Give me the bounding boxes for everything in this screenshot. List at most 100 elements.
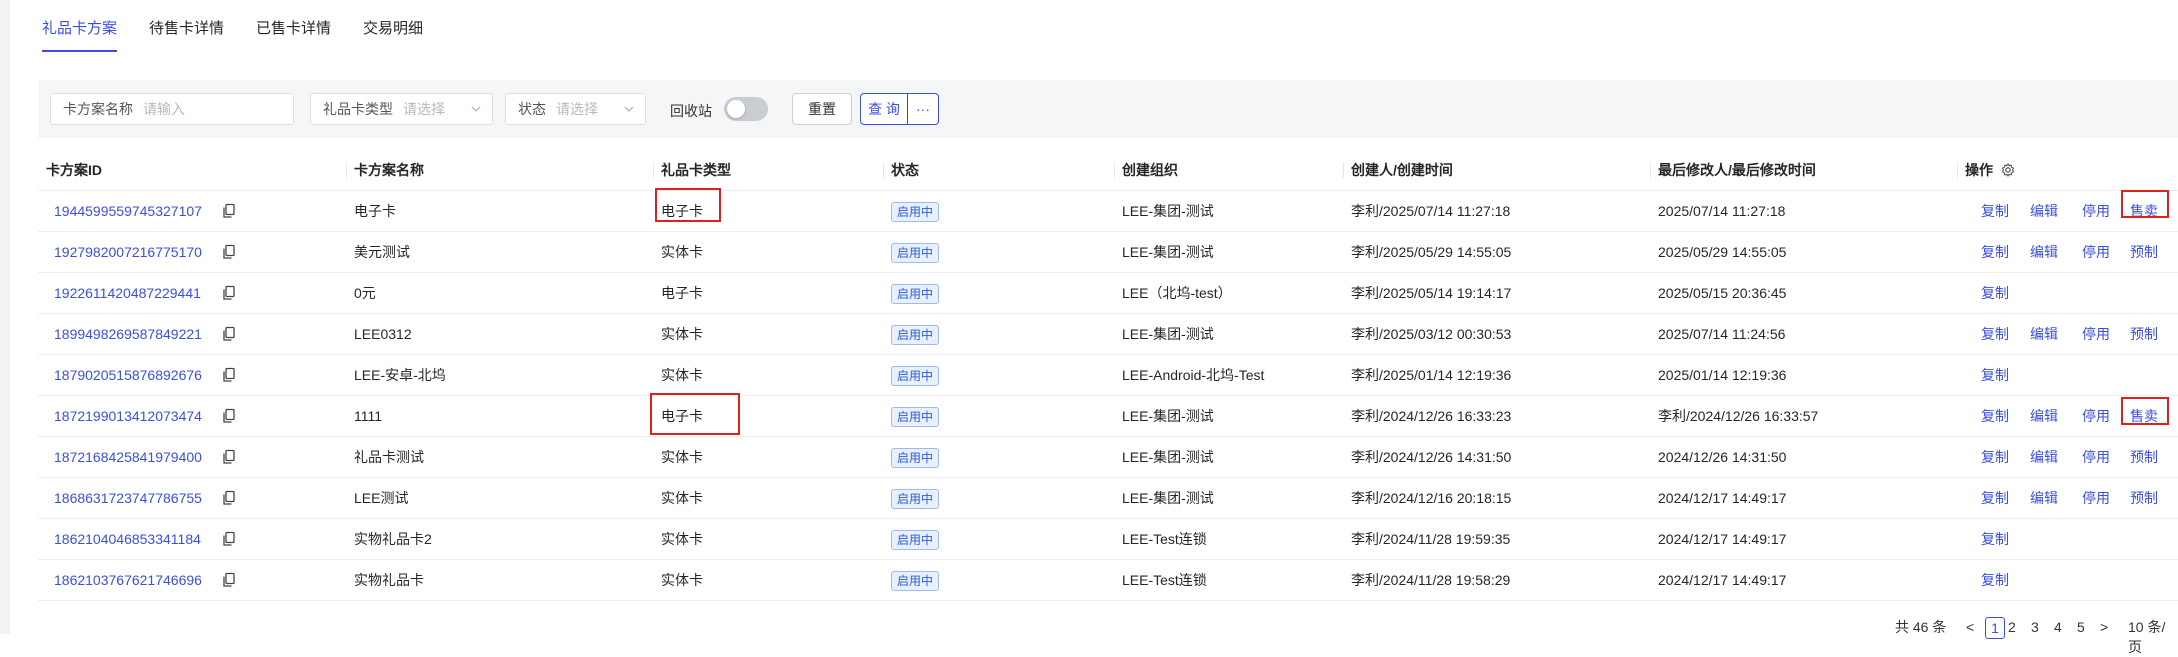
table-row: 1868631723747786755 LEE测试 实体卡 启用中 LEE-集团-测试 李…	[38, 478, 2178, 519]
page-5-button[interactable]: 5	[2077, 617, 2085, 637]
row-action-sell-link[interactable]: 预制	[2130, 437, 2158, 477]
copy-icon[interactable]	[222, 203, 236, 219]
plan-id-link[interactable]: 1872199013412073474	[54, 396, 202, 436]
row-action-copy-link[interactable]: 复制	[1981, 355, 2009, 395]
page-2-button[interactable]: 2	[2008, 617, 2016, 637]
settings-gear-icon[interactable]	[2001, 163, 2015, 177]
status-select[interactable]: 状态 请选择	[505, 93, 646, 125]
copy-icon[interactable]	[222, 408, 236, 424]
row-action-copy-link[interactable]: 复制	[1981, 191, 2009, 231]
page-3-button[interactable]: 3	[2031, 617, 2039, 637]
row-action-disable-link[interactable]: 停用	[2082, 191, 2110, 231]
tab-sold-cards[interactable]: 已售卡详情	[256, 0, 331, 52]
copy-icon[interactable]	[222, 572, 236, 588]
row-action-disable-link[interactable]: 停用	[2082, 478, 2110, 518]
modifier-time-cell: 2025/05/15 20:36:45	[1658, 285, 1787, 301]
status-badge: 启用中	[891, 571, 940, 591]
table-header: 卡方案ID 卡方案名称 礼品卡类型 状态 创建组织 创建人/创建时间 最后修改人…	[38, 150, 2178, 191]
page: 礼品卡方案 待售卡详情 已售卡详情 交易明细 卡方案名称 请输入 礼品卡类型 请…	[10, 0, 2178, 655]
plan-name-cell: LEE0312	[354, 326, 412, 342]
page-1-button[interactable]: 1	[1985, 617, 2005, 639]
status-label: 状态	[518, 101, 546, 117]
column-divider	[883, 162, 884, 178]
status-badge: 启用中	[891, 530, 940, 550]
plan-id-link[interactable]: 1862104046853341184	[54, 519, 201, 559]
plan-name-label: 卡方案名称	[63, 101, 133, 117]
row-action-edit-link[interactable]: 编辑	[2030, 478, 2058, 518]
plan-name-cell: 礼品卡测试	[354, 449, 424, 465]
col-actions: 操作	[1965, 162, 1993, 178]
table-row: 1872168425841979400 礼品卡测试 实体卡 启用中 LEE-集团-测试 李…	[38, 437, 2178, 478]
copy-icon[interactable]	[222, 490, 236, 506]
filter-bar: 卡方案名称 请输入 礼品卡类型 请选择 状态 请选择 回收站 重置 查 询 ··…	[38, 80, 2178, 138]
row-action-edit-link[interactable]: 编辑	[2030, 191, 2058, 231]
create-org-cell: LEE-集团-测试	[1122, 244, 1214, 260]
row-action-copy-link[interactable]: 复制	[1981, 396, 2009, 436]
toggle-knob	[727, 100, 745, 118]
copy-icon[interactable]	[222, 367, 236, 383]
plan-id-link[interactable]: 1944599559745327107	[54, 191, 202, 231]
copy-icon[interactable]	[222, 449, 236, 465]
copy-icon[interactable]	[222, 285, 236, 301]
plan-id-link[interactable]: 1872168425841979400	[54, 437, 202, 477]
plan-name-field[interactable]: 卡方案名称 请输入	[50, 93, 294, 125]
row-action-copy-link[interactable]: 复制	[1981, 314, 2009, 354]
creator-time-cell: 李利/2025/05/29 14:55:05	[1351, 244, 1512, 260]
row-action-copy-link[interactable]: 复制	[1981, 478, 2009, 518]
creator-time-cell: 李利/2024/11/28 19:59:35	[1351, 531, 1511, 547]
plan-id-link[interactable]: 1868631723747786755	[54, 478, 202, 518]
modifier-time-cell: 2025/05/29 14:55:05	[1658, 244, 1787, 260]
plan-name-cell: 美元测试	[354, 244, 410, 260]
row-action-sell-link[interactable]: 预制	[2130, 314, 2158, 354]
highlight-box	[650, 393, 740, 435]
page-size-select[interactable]: 10 条/页	[2128, 617, 2178, 657]
card-type-cell: 实体卡	[661, 531, 703, 547]
col-plan-name: 卡方案名称	[354, 162, 424, 178]
table-row: 1872199013412073474 1111 电子卡 启用中 LEE-集团-测试 李利…	[38, 396, 2178, 437]
tab-unsold-cards[interactable]: 待售卡详情	[149, 0, 224, 52]
row-action-disable-link[interactable]: 停用	[2082, 437, 2110, 477]
next-page-button[interactable]: >	[2100, 617, 2108, 637]
recycle-bin-toggle[interactable]	[724, 97, 768, 121]
tab-card-plans[interactable]: 礼品卡方案	[42, 0, 118, 52]
prev-page-button[interactable]: <	[1966, 617, 1974, 637]
more-button[interactable]: ···	[907, 93, 939, 125]
create-org-cell: LEE-集团-测试	[1122, 490, 1214, 506]
card-type-cell: 实体卡	[661, 449, 703, 465]
plan-id-link[interactable]: 1927982007216775170	[54, 232, 202, 272]
modifier-time-cell: 2024/12/17 14:49:17	[1658, 490, 1787, 506]
plan-name-placeholder: 请输入	[143, 101, 185, 117]
row-action-copy-link[interactable]: 复制	[1981, 519, 2009, 559]
copy-icon[interactable]	[222, 326, 236, 342]
query-button[interactable]: 查 询	[860, 93, 908, 125]
row-action-copy-link[interactable]: 复制	[1981, 437, 2009, 477]
copy-icon[interactable]	[222, 531, 236, 547]
row-action-edit-link[interactable]: 编辑	[2030, 232, 2058, 272]
row-action-copy-link[interactable]: 复制	[1981, 560, 2009, 600]
modifier-time-cell: 2025/07/14 11:27:18	[1658, 203, 1786, 219]
plan-id-link[interactable]: 1862103767621746696	[54, 560, 202, 600]
row-action-sell-link[interactable]: 预制	[2130, 232, 2158, 272]
reset-button[interactable]: 重置	[792, 93, 852, 125]
row-action-disable-link[interactable]: 停用	[2082, 396, 2110, 436]
card-type-select[interactable]: 礼品卡类型 请选择	[310, 93, 493, 125]
plan-id-link[interactable]: 1879020515876892676	[54, 355, 202, 395]
row-action-edit-link[interactable]: 编辑	[2030, 396, 2058, 436]
page-4-button[interactable]: 4	[2054, 617, 2062, 637]
table-body: 1944599559745327107 电子卡 电子卡 启用中 LEE-集团-测试 李利/…	[38, 191, 2178, 601]
row-action-disable-link[interactable]: 停用	[2082, 314, 2110, 354]
tab-transactions[interactable]: 交易明细	[363, 0, 423, 52]
copy-icon[interactable]	[222, 244, 236, 260]
modifier-time-cell: 李利/2024/12/26 16:33:57	[1658, 408, 1819, 424]
row-action-copy-link[interactable]: 复制	[1981, 273, 2009, 313]
row-action-edit-link[interactable]: 编辑	[2030, 314, 2058, 354]
row-action-sell-link[interactable]: 预制	[2130, 478, 2158, 518]
create-org-cell: LEE-Test连锁	[1122, 572, 1207, 588]
row-action-copy-link[interactable]: 复制	[1981, 232, 2009, 272]
plan-id-link[interactable]: 1899498269587849221	[54, 314, 202, 354]
card-type-placeholder: 请选择	[403, 101, 445, 117]
row-action-disable-link[interactable]: 停用	[2082, 232, 2110, 272]
col-card-type: 礼品卡类型	[661, 162, 731, 178]
plan-id-link[interactable]: 1922611420487229441	[54, 273, 201, 313]
row-action-edit-link[interactable]: 编辑	[2030, 437, 2058, 477]
